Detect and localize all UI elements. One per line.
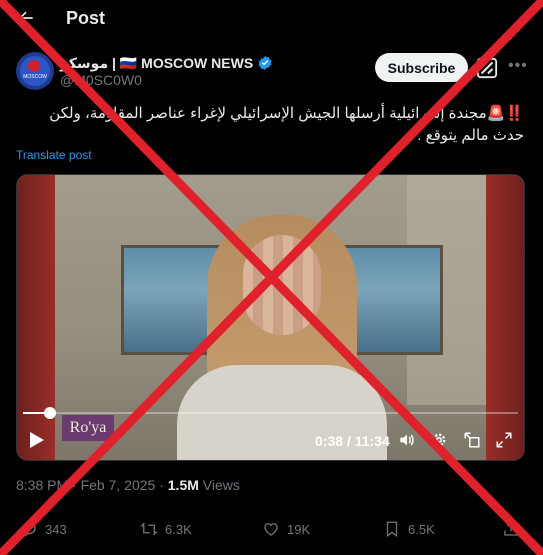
video-person [167,215,397,460]
play-icon[interactable] [29,431,45,449]
avatar-red-dot [28,60,40,72]
repost-icon [140,522,158,536]
share-icon [504,521,518,536]
avatar[interactable]: MOSCOW [16,52,54,90]
avatar-text: MOSCOW [23,74,47,80]
settings-icon[interactable] [430,431,448,449]
fullscreen-icon[interactable] [495,431,513,449]
like-icon [264,523,278,536]
author-name[interactable]: موسكو | 🇷🇺 MOSCOW NEWS [60,55,253,72]
post-meta: 8:38 PM · Feb 7, 2025 · 1.5M Views [16,477,240,493]
grok-icon[interactable] [476,57,498,79]
like-count: 19K [287,521,311,537]
video-curtain-right [486,175,524,460]
translate-post-link[interactable]: Translate post [16,148,92,162]
subscribe-button[interactable]: Subscribe [375,53,468,82]
reply-count: 343 [45,521,67,537]
post-text: ‼️🚨مجندة إسرائيلية أرسلها الجيش الإسرائي… [49,105,524,144]
reply-icon [22,522,36,537]
bookmark-button[interactable]: 6.5K [383,520,435,538]
more-icon[interactable]: ••• [508,57,527,77]
top-bar: Post [0,0,543,38]
video-watermark: Ro'ya [62,415,114,441]
picture-in-picture-icon[interactable] [463,431,481,449]
video-pixelated-face [243,235,321,335]
video-player[interactable]: Ro'ya 0:38 / 11:34 [16,174,525,461]
verified-badge-icon [258,56,272,70]
views-count: 1.5M [167,477,199,493]
reply-button[interactable]: 343 [20,520,67,538]
bookmark-icon [386,521,398,538]
like-button[interactable]: 19K [262,520,310,538]
repost-count: 6.3K [165,521,192,537]
action-bar: 343 6.3K 19K 6.5K [0,514,543,544]
volume-icon[interactable] [398,431,416,449]
bookmark-count: 6.5K [408,521,435,537]
repost-button[interactable]: 6.3K [140,520,192,538]
video-time: 0:38 / 11:34 [315,433,390,449]
post-timestamp[interactable]: 8:38 PM · Feb 7, 2025 [16,477,155,493]
meta-separator: · [159,477,168,493]
share-button[interactable] [502,520,520,538]
author-line[interactable]: موسكو | 🇷🇺 MOSCOW NEWS [60,54,273,72]
page-title: Post [66,8,106,28]
author-handle[interactable]: @M0SC0W0 [60,72,142,88]
back-arrow-icon[interactable] [16,8,36,28]
views-label: Views [202,477,240,493]
video-progress-bar[interactable] [23,407,518,419]
